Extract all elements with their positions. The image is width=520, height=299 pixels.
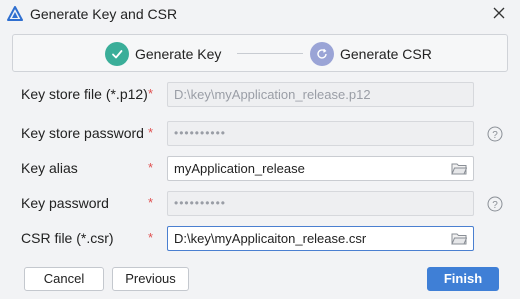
required-asterisk: * (148, 230, 154, 245)
cancel-button[interactable]: Cancel (24, 267, 104, 291)
csr-file-label: CSR file (*.csr) (21, 230, 114, 246)
key-store-file-row: Key store file (*.p12) * D:\key\myApplic… (0, 82, 520, 108)
step-current-badge (310, 42, 334, 66)
key-alias-field[interactable]: myApplication_release (167, 156, 474, 181)
required-asterisk: * (148, 125, 154, 140)
key-alias-label: Key alias (21, 160, 78, 176)
key-store-file-field: D:\key\myApplication_release.p12 (167, 82, 474, 107)
check-icon (112, 50, 123, 59)
csr-file-row: CSR file (*.csr) * D:\key\myApplicaiton_… (0, 226, 520, 252)
key-password-label: Key password (21, 195, 109, 211)
title-bar: Generate Key and CSR (0, 0, 520, 28)
step-indicator: Generate Key Generate CSR (12, 34, 508, 72)
help-icon[interactable]: ? (487, 126, 503, 142)
previous-button[interactable]: Previous (112, 267, 189, 291)
help-icon[interactable]: ? (487, 196, 503, 212)
window-title: Generate Key and CSR (30, 6, 178, 22)
step-generate-key: Generate Key (105, 41, 221, 67)
step-label: Generate CSR (340, 46, 432, 62)
step-connector (237, 53, 303, 54)
key-password-field: •••••••••• (167, 191, 474, 216)
key-alias-row: Key alias * myApplication_release (0, 156, 520, 182)
key-password-row: Key password * •••••••••• ? (0, 191, 520, 217)
step-label: Generate Key (135, 46, 222, 62)
required-asterisk: * (148, 160, 154, 175)
key-store-password-field: •••••••••• (167, 121, 474, 146)
folder-icon[interactable] (451, 232, 467, 245)
step-done-badge (105, 42, 129, 66)
required-asterisk: * (148, 195, 154, 210)
close-icon[interactable] (490, 4, 508, 22)
step-generate-csr: Generate CSR (310, 41, 432, 67)
required-asterisk: * (148, 86, 154, 101)
key-store-file-label: Key store file (*.p12) (21, 86, 148, 102)
folder-icon[interactable] (451, 162, 467, 175)
refresh-icon (317, 48, 327, 59)
deveco-logo-icon (7, 6, 23, 21)
finish-button[interactable]: Finish (427, 267, 499, 291)
key-store-password-label: Key store password (21, 125, 144, 141)
key-store-password-row: Key store password * •••••••••• ? (0, 121, 520, 147)
svg-text:?: ? (492, 130, 498, 141)
csr-file-field[interactable]: D:\key\myApplicaiton_release.csr (167, 226, 474, 251)
svg-text:?: ? (492, 200, 498, 211)
